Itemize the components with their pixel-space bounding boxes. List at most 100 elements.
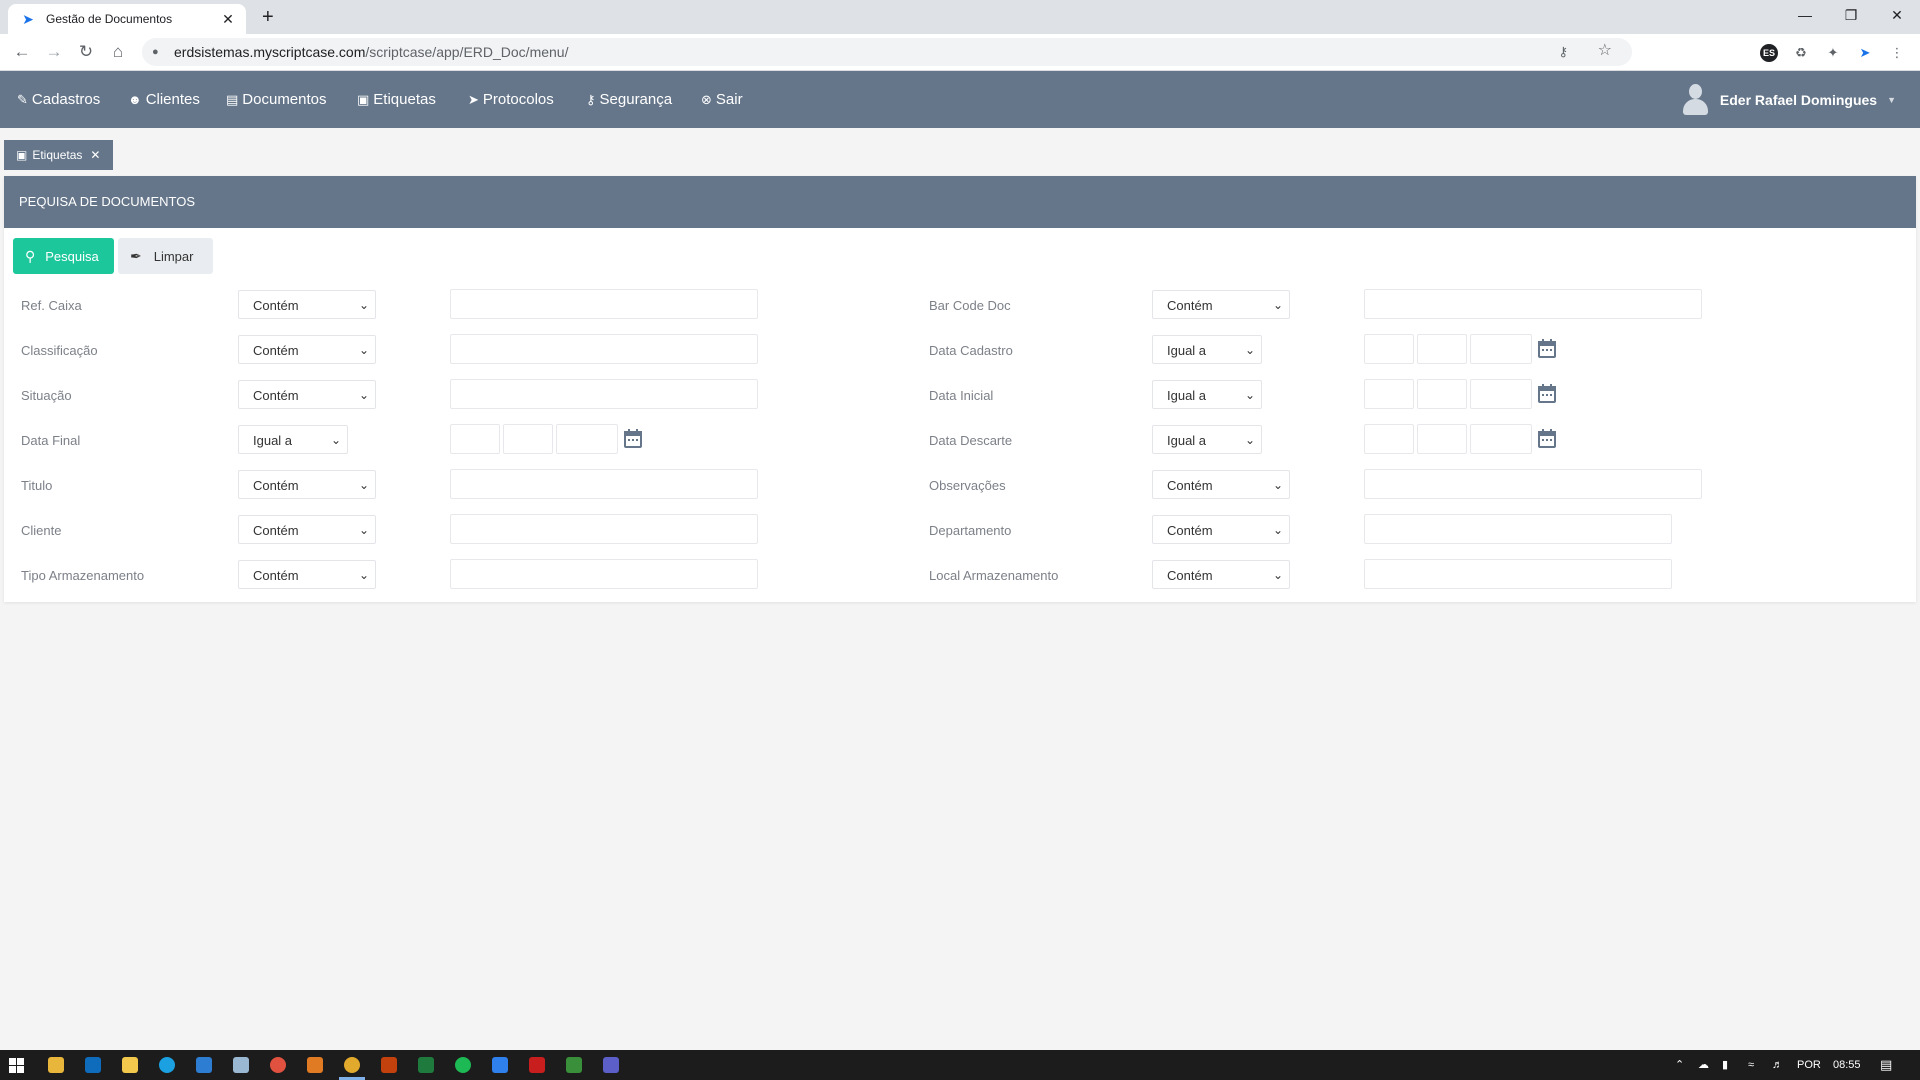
data-cadastro-month-input[interactable] — [1417, 334, 1467, 364]
menu-seguranca[interactable]: ⚷ Segurança — [586, 71, 672, 128]
calendar-icon[interactable] — [624, 429, 642, 448]
spreadsheet-app-icon[interactable] — [566, 1057, 582, 1073]
reload-icon[interactable]: ↻ — [74, 40, 98, 64]
operator-select-titulo[interactable]: Contém ⌄ — [238, 470, 376, 499]
operator-select-data-cadastro[interactable]: Igual a ⌄ — [1152, 335, 1262, 364]
onedrive-cloud-icon[interactable]: ☁ — [1698, 1050, 1709, 1080]
tab-etiquetas[interactable]: ▣ Etiquetas ✕ — [4, 140, 113, 170]
app-orange-icon[interactable] — [381, 1057, 397, 1073]
forward-icon[interactable]: → — [42, 40, 66, 64]
operator-select-tipo-armazenamento[interactable]: Contém ⌄ — [238, 560, 376, 589]
chevron-up-icon[interactable]: ⌃ — [1675, 1050, 1684, 1080]
app-red-icon[interactable] — [270, 1057, 286, 1073]
home-icon[interactable]: ⌂ — [106, 40, 130, 64]
data-cadastro-year-input[interactable] — [1470, 334, 1532, 364]
operator-select-local-armazenamento[interactable]: Contém ⌄ — [1152, 560, 1290, 589]
data-inicial-year-input[interactable] — [1470, 379, 1532, 409]
cliente-input[interactable] — [450, 514, 758, 544]
operator-select-situacao[interactable]: Contém ⌄ — [238, 380, 376, 409]
teams-icon[interactable] — [603, 1057, 619, 1073]
situacao-input[interactable] — [450, 379, 758, 409]
restore-icon[interactable]: ❐ — [1828, 0, 1874, 30]
bookmark-star-icon[interactable]: ☆ — [1598, 37, 1612, 65]
battery-icon[interactable]: ▮ — [1722, 1050, 1728, 1080]
data-inicial-day-input[interactable] — [1364, 379, 1414, 409]
password-key-icon[interactable]: ⚷ — [1558, 38, 1568, 66]
paper-plane-icon: ➤ — [468, 92, 479, 107]
chrome-icon[interactable] — [344, 1057, 360, 1073]
lock-icon[interactable]: ● — [152, 38, 159, 66]
mail-icon[interactable] — [196, 1057, 212, 1073]
address-bar[interactable]: ● erdsistemas.myscriptcase.com/scriptcas… — [142, 38, 1632, 66]
operator-select-cliente[interactable]: Contém ⌄ — [238, 515, 376, 544]
search-button[interactable]: ⚲ Pesquisa — [13, 238, 114, 274]
clear-button[interactable]: ✒ Limpar — [118, 238, 213, 274]
clock[interactable]: 08:55 — [1833, 1050, 1861, 1080]
user-menu[interactable]: Eder Rafael Domingues ▼ — [1682, 71, 1896, 128]
new-tab-icon[interactable]: + — [262, 6, 274, 29]
data-cadastro-day-input[interactable] — [1364, 334, 1414, 364]
wifi-icon[interactable]: ≈ — [1748, 1050, 1754, 1080]
excel-icon[interactable] — [418, 1057, 434, 1073]
browser-tab[interactable]: ➤ Gestão de Documentos ✕ — [8, 4, 246, 34]
operator-select-ref-caixa[interactable]: Contém ⌄ — [238, 290, 376, 319]
windows-start-icon[interactable] — [9, 1058, 25, 1073]
data-final-day-input[interactable] — [450, 424, 500, 454]
extension-recycle-icon[interactable]: ♻ — [1791, 43, 1811, 63]
local-armazenamento-input[interactable] — [1364, 559, 1672, 589]
menu-protocolos[interactable]: ➤ Protocolos — [468, 71, 554, 128]
notepad-icon[interactable] — [233, 1057, 249, 1073]
document-app-icon[interactable] — [492, 1057, 508, 1073]
outlook-icon[interactable] — [85, 1057, 101, 1073]
chevron-down-icon: ⌄ — [1244, 433, 1255, 447]
tipo-armazenamento-input[interactable] — [450, 559, 758, 589]
observacoes-input[interactable] — [1364, 469, 1702, 499]
menu-clientes[interactable]: ☻ Clientes — [128, 71, 200, 128]
menu-documentos[interactable]: ▤ Documentos — [226, 71, 327, 128]
minimize-icon[interactable]: — — [1782, 0, 1828, 30]
menu-etiquetas[interactable]: ▣ Etiquetas — [357, 71, 436, 128]
calendar-icon[interactable] — [1538, 429, 1556, 448]
data-descarte-day-input[interactable] — [1364, 424, 1414, 454]
operator-select-data-descarte[interactable]: Igual a ⌄ — [1152, 425, 1262, 454]
operator-select-data-final[interactable]: Igual a ⌄ — [238, 425, 348, 454]
operator-select-observacoes[interactable]: Contém ⌄ — [1152, 470, 1290, 499]
menu-label: Etiquetas — [373, 91, 436, 108]
edge-icon[interactable] — [159, 1057, 175, 1073]
folder-app-icon[interactable] — [122, 1057, 138, 1073]
back-icon[interactable]: ← — [10, 40, 34, 64]
menu-sair[interactable]: ⊗ Sair — [701, 71, 743, 128]
operator-select-data-inicial[interactable]: Igual a ⌄ — [1152, 380, 1262, 409]
shield-app-icon[interactable] — [529, 1057, 545, 1073]
volume-icon[interactable]: ♬ — [1772, 1050, 1783, 1080]
chevron-down-icon: ⌄ — [358, 568, 369, 582]
data-descarte-month-input[interactable] — [1417, 424, 1467, 454]
close-tab-icon[interactable]: ✕ — [90, 140, 100, 170]
close-window-icon[interactable]: ✕ — [1874, 0, 1920, 30]
data-final-year-input[interactable] — [556, 424, 618, 454]
titulo-input[interactable] — [450, 469, 758, 499]
file-explorer-icon[interactable] — [48, 1057, 64, 1073]
extension-es-icon[interactable]: ES — [1760, 44, 1778, 62]
notification-icon[interactable]: ▤ — [1880, 1050, 1892, 1080]
classificacao-input[interactable] — [450, 334, 758, 364]
calendar-icon[interactable] — [1538, 339, 1556, 358]
data-descarte-year-input[interactable] — [1470, 424, 1532, 454]
ref-caixa-input[interactable] — [450, 289, 758, 319]
data-final-month-input[interactable] — [503, 424, 553, 454]
sublime-icon[interactable] — [307, 1057, 323, 1073]
close-tab-icon[interactable]: ✕ — [220, 11, 236, 28]
operator-select-departamento[interactable]: Contém ⌄ — [1152, 515, 1290, 544]
operator-select-classificacao[interactable]: Contém ⌄ — [238, 335, 376, 364]
operator-select-bar-code-doc[interactable]: Contém ⌄ — [1152, 290, 1290, 319]
language-indicator[interactable]: POR — [1797, 1050, 1821, 1080]
browser-menu-icon[interactable]: ⋮ — [1887, 43, 1907, 63]
menu-cadastros[interactable]: ✎ Cadastros — [17, 71, 100, 128]
extensions-puzzle-icon[interactable]: ✦ — [1823, 43, 1843, 63]
departamento-input[interactable] — [1364, 514, 1672, 544]
scriptcase-extension-icon[interactable]: ➤ — [1855, 43, 1875, 63]
spotify-icon[interactable] — [455, 1057, 471, 1073]
data-inicial-month-input[interactable] — [1417, 379, 1467, 409]
bar-code-doc-input[interactable] — [1364, 289, 1702, 319]
calendar-icon[interactable] — [1538, 384, 1556, 403]
